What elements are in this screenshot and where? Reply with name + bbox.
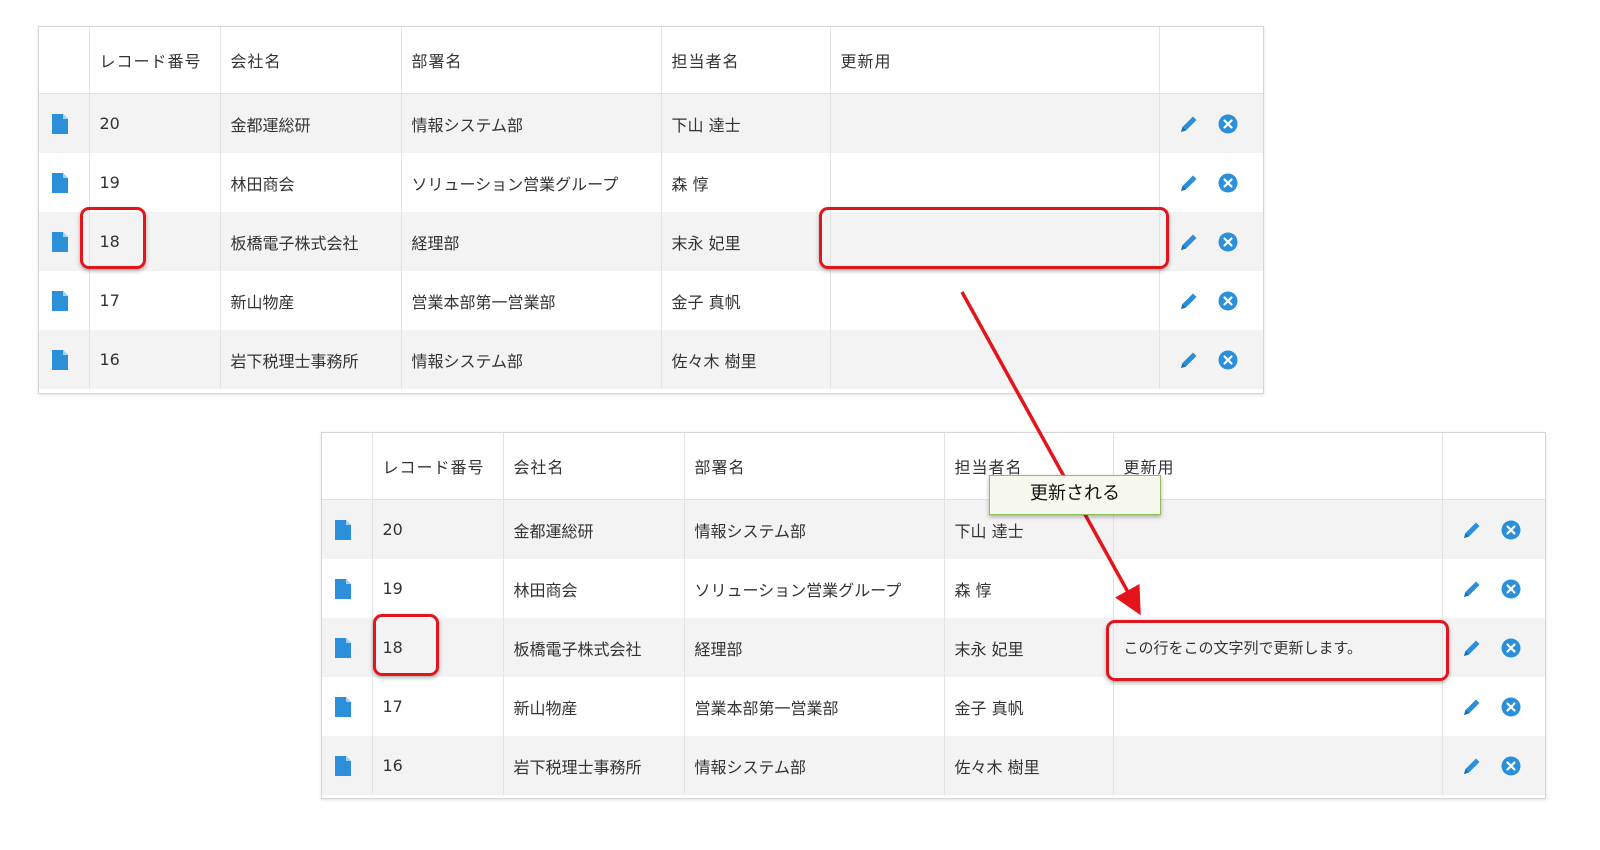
update-arrow [960, 291, 1141, 616]
updated-callout: 更新される [989, 475, 1161, 515]
